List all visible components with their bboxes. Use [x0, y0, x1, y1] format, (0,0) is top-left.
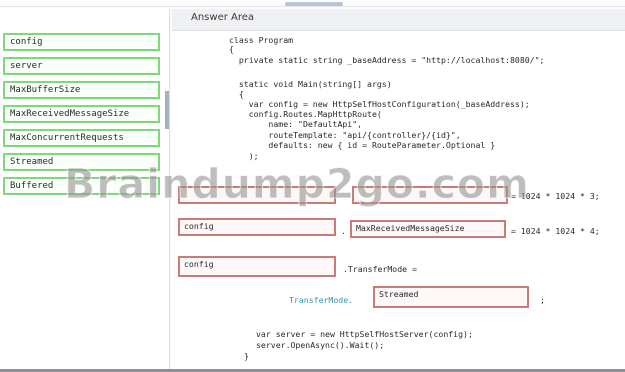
code-line: var server = new HttpSelfHostServer(conf… — [256, 329, 473, 339]
drop-target-row1-property[interactable] — [352, 186, 508, 204]
code-line: class Program — [229, 35, 294, 45]
drop-target-row2-object[interactable]: config — [178, 218, 336, 236]
row2-dot: . — [341, 226, 346, 236]
exam-question-window: config server MaxBufferSize MaxReceivedM… — [0, 0, 625, 372]
code-line: defaults: new { id = RouteParameter.Opti… — [229, 140, 496, 150]
choice-server[interactable]: server — [3, 57, 160, 75]
row1-assignment: = 1024 * 1024 * 3; — [511, 191, 600, 201]
code-line: var config = new HttpSelfHostConfigurati… — [229, 99, 530, 109]
choices-scrollbar[interactable] — [165, 91, 169, 129]
code-line: static void Main(string[] args) — [229, 79, 392, 89]
choice-max-received-message-size[interactable]: MaxReceivedMessageSize — [3, 105, 160, 123]
row2-assignment: = 1024 * 1024 * 4; — [511, 226, 600, 236]
code-line: name: "DefaultApi", — [229, 119, 363, 129]
choice-buffered[interactable]: Buffered — [3, 177, 160, 195]
row4-semicolon: ; — [540, 295, 545, 305]
code-line: { — [229, 89, 244, 99]
row3-assignment: .TransferMode = — [343, 264, 417, 274]
choice-config[interactable]: config — [3, 33, 160, 51]
drop-target-row2-property[interactable]: MaxReceivedMessageSize — [350, 220, 506, 238]
answer-area-header: Answer Area — [172, 9, 625, 31]
code-line: ); — [229, 151, 259, 161]
code-line: { — [229, 44, 234, 54]
code-line: server.OpenAsync().Wait(); — [256, 340, 385, 350]
choice-max-concurrent-requests[interactable]: MaxConcurrentRequests — [3, 129, 160, 147]
choice-max-buffer-size[interactable]: MaxBufferSize — [3, 81, 160, 99]
drop-target-row3-object[interactable]: config — [178, 256, 336, 277]
choices-panel: config server MaxBufferSize MaxReceivedM… — [0, 9, 170, 369]
drop-target-row1-object[interactable] — [178, 186, 336, 204]
top-divider — [0, 6, 625, 7]
row4-prefix: TransferMode. — [289, 295, 354, 305]
code-line: routeTemplate: "api/{controller}/{id}", — [229, 130, 461, 140]
choice-streamed[interactable]: Streamed — [3, 153, 160, 171]
code-line: config.Routes.MapHttpRoute( — [229, 109, 382, 119]
code-line: } — [244, 351, 249, 361]
answer-area-title: Answer Area — [191, 12, 255, 23]
code-line: private static string _baseAddress = "ht… — [229, 55, 545, 65]
drop-target-row4-value[interactable]: Streamed — [373, 286, 529, 308]
